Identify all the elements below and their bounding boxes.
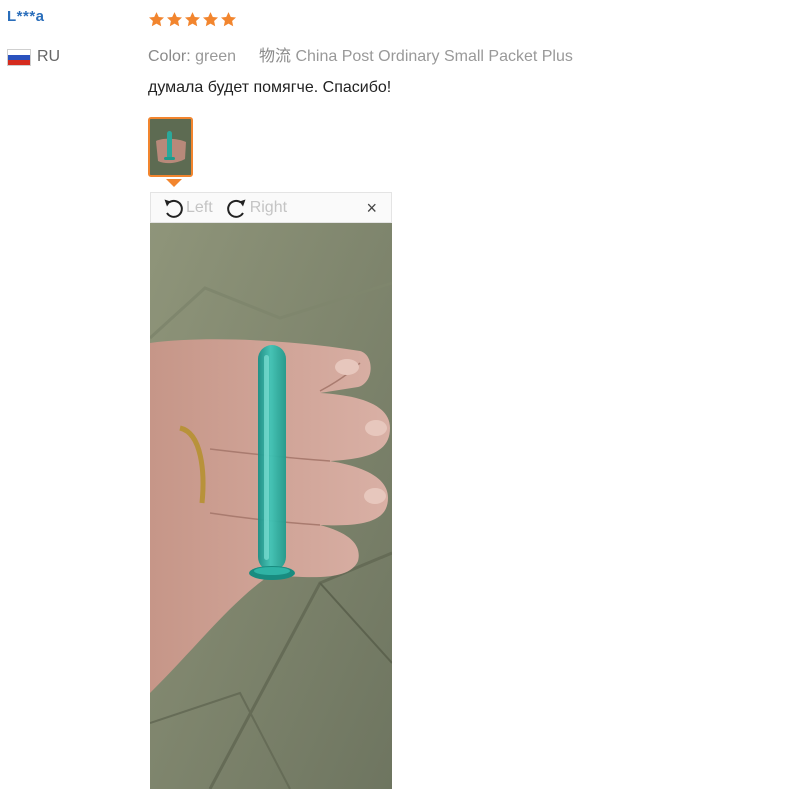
star-icon: [166, 11, 183, 26]
rotate-right-button[interactable]: Right: [225, 196, 287, 220]
photo-viewer: Left Right ×: [150, 192, 392, 789]
review-text: думала будет помягче. Спасибо!: [148, 79, 392, 96]
reviewer-country: RU: [7, 48, 60, 66]
rotate-left-icon: [164, 199, 183, 218]
review-photo: [150, 223, 392, 789]
star-icon: [184, 11, 201, 26]
color-label: Color:: [148, 48, 191, 65]
russia-flag-icon: [7, 48, 31, 66]
order-info: Color: green 物流 China Post Ordinary Smal…: [148, 42, 788, 66]
viewer-toolbar: Left Right ×: [150, 192, 392, 223]
thumbnail-image: [150, 119, 191, 175]
star-icon: [220, 11, 237, 26]
color-value: green: [195, 48, 237, 65]
rotate-left-button[interactable]: Left: [161, 196, 213, 220]
review-body: Color: green 物流 China Post Ordinary Smal…: [148, 8, 788, 97]
star-rating: [148, 8, 788, 30]
rotate-left-label: Left: [186, 198, 213, 216]
photo-image: [150, 223, 392, 789]
star-icon: [202, 11, 219, 26]
rotate-right-icon: [226, 199, 246, 218]
shipping-value: China Post Ordinary Small Packet Plus: [295, 48, 573, 65]
review-photo-thumbnail[interactable]: [148, 117, 193, 177]
reviewer-info: L***a RU: [7, 8, 60, 66]
rotate-right-label: Right: [249, 198, 288, 216]
star-icon: [148, 11, 165, 26]
country-code: RU: [37, 48, 61, 65]
thumbnail-pointer: [166, 179, 182, 187]
shipping-label: 物流: [258, 48, 291, 65]
reviewer-name: L***a: [7, 8, 45, 25]
close-icon[interactable]: ×: [366, 198, 377, 219]
